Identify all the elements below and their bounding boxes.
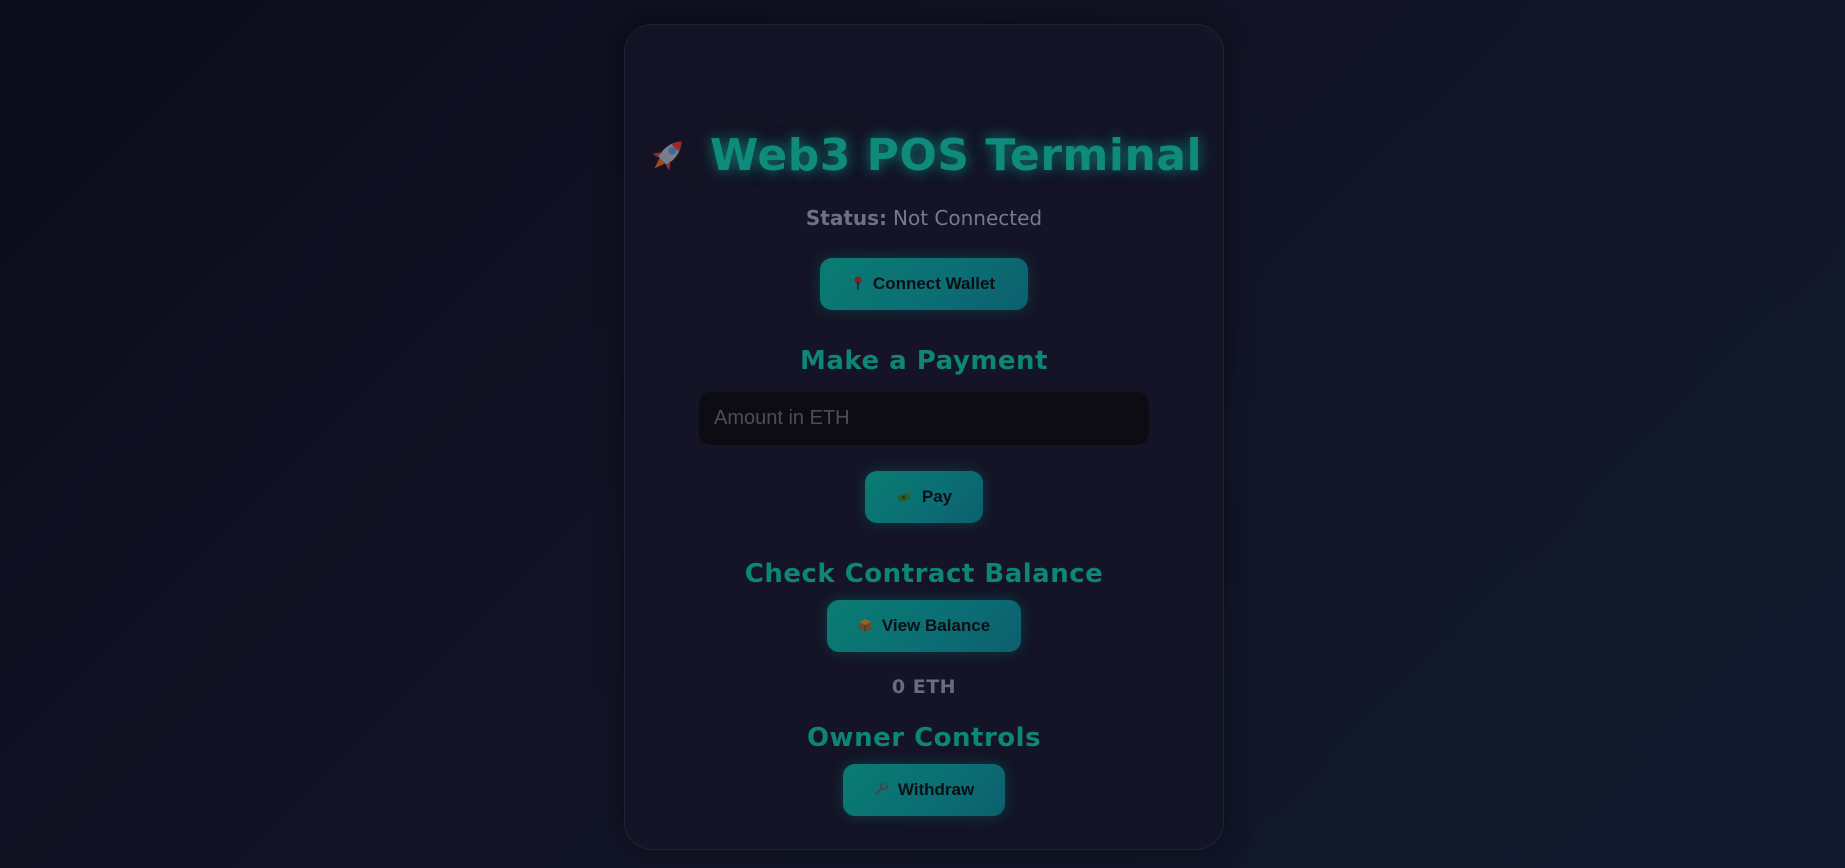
amount-input[interactable] [699,392,1149,445]
status-label: Status: [805,206,888,230]
page-title: Web3 POS Terminal [625,125,1223,185]
status-value: Not Connected [893,206,1043,230]
pay-row: Pay [625,471,1223,523]
box-icon [858,618,872,634]
view-balance-label: View Balance [881,616,991,635]
wrench-icon [874,782,888,798]
app-title-text: Web3 POS Terminal [709,129,1203,181]
connect-wallet-row: Connect Wallet [625,258,1223,310]
pay-label: Pay [921,487,953,506]
withdraw-row: Withdraw [625,764,1223,816]
rocket-icon [646,133,690,177]
owner-controls-heading: Owner Controls [806,723,1042,753]
amount-row [625,392,1223,445]
withdraw-button[interactable]: Withdraw [843,764,1005,816]
connection-status: Status: Not Connected [625,203,1223,233]
connect-wallet-label: Connect Wallet [872,274,996,293]
pin-icon [853,276,863,292]
pay-button[interactable]: Pay [865,471,983,523]
pos-terminal-card: Web3 POS Terminal Status: Not Connected … [624,24,1224,850]
view-balance-row: View Balance [625,600,1223,652]
connect-wallet-button[interactable]: Connect Wallet [820,258,1028,310]
balance-heading: Check Contract Balance [744,559,1104,589]
withdraw-label: Withdraw [897,780,975,799]
payment-heading: Make a Payment [799,346,1048,376]
money-icon [896,489,912,505]
view-balance-button[interactable]: View Balance [827,600,1021,652]
contract-balance-value: 0 ETH [891,676,957,698]
